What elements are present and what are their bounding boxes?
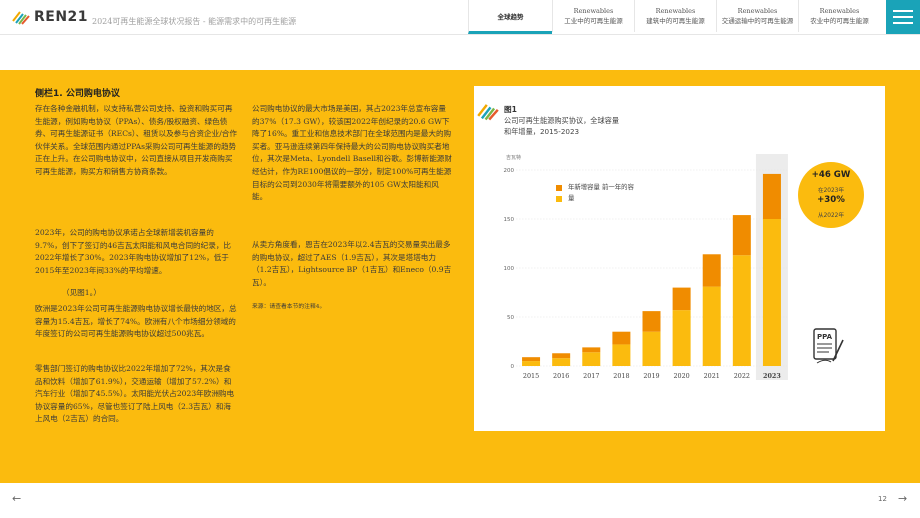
x-tick-label: 2019 xyxy=(643,372,659,380)
bar-segment xyxy=(672,287,691,311)
menu-bar-icon xyxy=(893,22,913,24)
tab-line: Renewables xyxy=(819,7,860,15)
x-tick-label: 2018 xyxy=(613,372,629,380)
paragraph: 公司购电协议的最大市场是美国，其占2023年总宣布容量的37%（17.3 GW）… xyxy=(252,104,452,202)
legend-swatch xyxy=(556,184,562,191)
ppa-label: PPA xyxy=(817,333,833,341)
bar-segment xyxy=(612,331,631,345)
bar-segment xyxy=(582,352,601,366)
legend-swatch xyxy=(556,195,562,202)
chapter-tab[interactable]: Renewables 交通运输中的可再生能源 xyxy=(716,0,798,32)
chapter-tab[interactable]: 全球趋势 xyxy=(468,0,552,34)
bar-segment xyxy=(672,310,691,366)
bar-segment xyxy=(762,219,781,366)
top-header: REN21 2024可再生能源全球状况报告 - 能源需求中的可再生能源 全球趋势… xyxy=(0,0,920,35)
x-tick-label: 2021 xyxy=(704,372,720,380)
paragraph: 零售部门签订的购电协议比2022年增加了72%，其次是食品和饮料（增加了61.9… xyxy=(35,364,235,424)
previous-page-button[interactable]: ← xyxy=(12,492,21,505)
paragraph: 欧洲是2023年公司可再生能源购电协议增长最快的地区，总容量为15.4吉瓦，增长… xyxy=(35,304,237,339)
section-title: 侧栏1. 公司购电协议 xyxy=(35,89,120,99)
paragraph: 2023年，公司的购电协议承诺占全球新增装机容量的9.7%，创下了签订的46吉瓦… xyxy=(35,228,232,275)
chapter-tab[interactable]: Renewables 农业中的可再生能源 xyxy=(798,0,880,32)
source-note[interactable]: 来源：请查看本节的注释4。 xyxy=(252,301,325,310)
bar-chart: 0 50 100 150 200 2015 2016 2017 2018 2019 2020 2021… xyxy=(504,154,788,380)
chart-legend: 年新增容量 前一年的容量 xyxy=(556,182,634,204)
y-tick-label: 100 xyxy=(504,266,515,272)
page-number: 12 xyxy=(878,495,887,503)
ren21-logo-icon xyxy=(12,11,30,25)
callout-value: +46 GW xyxy=(811,170,851,180)
y-tick-label: 150 xyxy=(504,217,515,223)
tab-label: 建筑中的可再生能源 xyxy=(646,17,705,25)
chapter-tab[interactable]: Renewables 工业中的可再生能源 xyxy=(552,0,634,32)
tab-label: 农业中的可再生能源 xyxy=(810,17,869,25)
bar-segment xyxy=(702,286,721,366)
hamburger-menu-button[interactable] xyxy=(886,0,920,34)
x-tick-label: 2023 xyxy=(763,372,781,380)
paragraph: 存在各种金融机制，以支持私营公司支持、投资和购买可再生能源，例如购电协议（PPA… xyxy=(35,104,237,176)
chapter-tabs: 全球趋势 Renewables 工业中的可再生能源 Renewables 建筑中的可再生… xyxy=(468,0,880,34)
logo-text: REN21 xyxy=(34,9,89,25)
bar-segment xyxy=(522,357,541,362)
growth-callout: +46 GW 在2023年 +30% 从2022年 xyxy=(798,162,864,228)
menu-bar-icon xyxy=(893,16,913,18)
menu-bar-icon xyxy=(893,10,913,12)
legend-label: 年新增容量 前一年的容 xyxy=(568,183,634,191)
document-title: 2024可再生能源全球状况报告 - 能源需求中的可再生能源 xyxy=(92,17,297,26)
chapter-tab[interactable]: Renewables 建筑中的可再生能源 xyxy=(634,0,716,32)
bar-segment xyxy=(732,215,751,256)
bar-segment xyxy=(522,361,541,366)
callout-line: 从2022年 xyxy=(817,213,845,219)
tab-label: 交通运输中的可再生能源 xyxy=(721,17,794,25)
legend-label: 量 xyxy=(568,194,575,202)
y-tick-label: 200 xyxy=(504,168,515,174)
bar-segment xyxy=(642,331,661,366)
bar-segment xyxy=(552,353,571,359)
tab-label: 工业中的可再生能源 xyxy=(564,17,623,25)
x-tick-label: 2022 xyxy=(734,372,750,380)
bar-segment xyxy=(702,254,721,287)
callout-line: 在2023年 xyxy=(817,188,845,194)
tab-line: Renewables xyxy=(655,7,696,15)
bar-segment xyxy=(642,311,661,332)
bar-segment xyxy=(762,173,781,219)
paragraph: 从卖方角度看，恩吉在2023年以2.4吉瓦的交易量卖出最多的购电协议，超过了AE… xyxy=(252,240,452,287)
ppa-document-icon: PPA xyxy=(813,328,844,364)
legend-entry: 量 xyxy=(556,193,634,204)
next-page-button[interactable]: → xyxy=(898,492,907,505)
bar-segment xyxy=(732,255,751,366)
tab-label: 全球趋势 xyxy=(497,13,524,21)
y-tick-label: 50 xyxy=(507,315,514,321)
x-tick-label: 2015 xyxy=(523,372,539,380)
tab-line: Renewables xyxy=(573,7,614,15)
ren21-logo[interactable]: REN21 xyxy=(12,9,88,25)
sidebar-panel: 侧栏1. 公司购电协议 存在各种金融机制，以支持私营公司支持、投资和购买可再生能… xyxy=(0,70,920,483)
figure-card: 图1 公司可再生能源购买协议，全球容量 和年增量，2015-2023 吉瓦特 0… xyxy=(474,86,885,431)
bar-segment xyxy=(552,358,571,366)
y-tick-label: 0 xyxy=(511,364,515,370)
x-tick-label: 2020 xyxy=(673,372,689,380)
legend-entry: 年新增容量 前一年的容 xyxy=(556,182,634,193)
bar-segment xyxy=(612,344,631,366)
bar-segment xyxy=(582,347,601,353)
x-tick-label: 2017 xyxy=(583,372,599,380)
tab-line: Renewables xyxy=(737,7,778,15)
figure-reference[interactable]: （见图1。） xyxy=(62,287,222,300)
callout-percent: +30% xyxy=(817,195,845,205)
x-tick-label: 2016 xyxy=(553,372,569,380)
